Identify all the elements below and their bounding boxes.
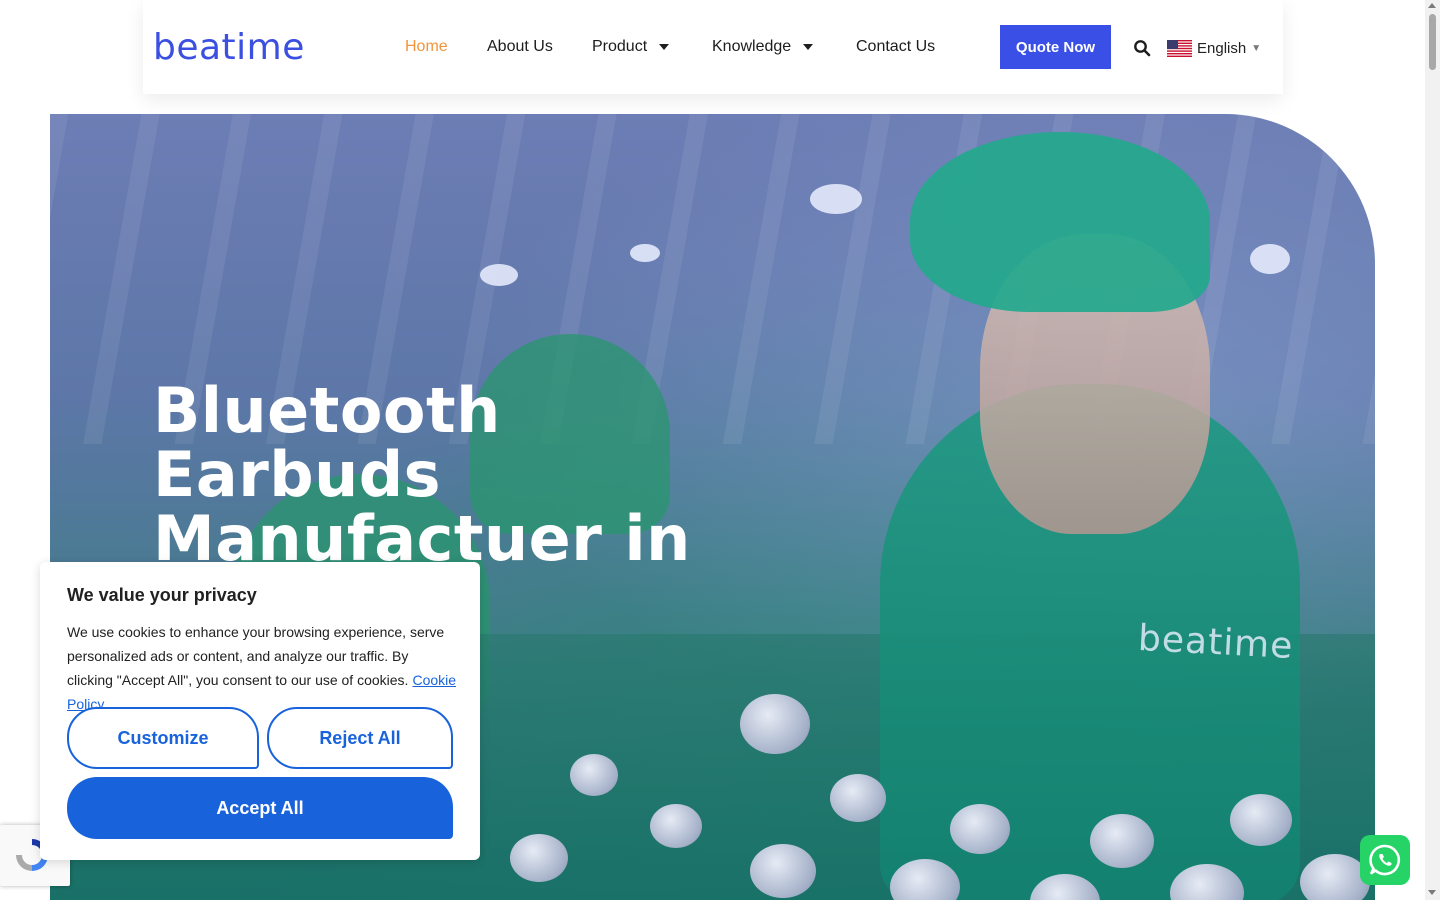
chevron-down-icon [803,43,814,50]
earbud [510,834,568,882]
nav-item-label: Product [592,38,648,55]
hero-title-line: Bluetooth Earbuds [153,374,501,511]
scroll-up-arrow-icon[interactable] [1428,3,1436,8]
nav-item-product[interactable]: Product [592,36,670,58]
earbud [750,844,816,898]
cookie-description-text: We use cookies to enhance your browsing … [67,624,445,688]
page-scrollbar[interactable] [1425,0,1440,900]
chevron-down-icon [659,43,670,50]
earbud [650,804,702,848]
site-logo[interactable]: beatime [153,28,305,68]
ceiling-light [480,264,518,286]
earbud [1230,794,1292,846]
cookie-title: We value your privacy [67,585,257,605]
nav-item-home[interactable]: Home [405,36,448,58]
site-header: beatime Home About Us Product Knowledge … [143,0,1283,94]
nav-item-label: Contact Us [856,38,936,55]
uniform-brand-text: beatime [1137,617,1295,668]
earbud [570,754,618,796]
nav-item-about-us[interactable]: About Us [487,36,553,58]
nav-item-contact-us[interactable]: Contact Us [856,36,935,58]
accept-all-button[interactable]: Accept All [67,777,453,839]
us-flag-icon [1167,39,1192,57]
customize-button[interactable]: Customize [67,707,259,769]
ceiling-light [810,184,862,214]
whatsapp-icon [1369,844,1401,876]
earbud [950,804,1010,854]
ceiling-light [630,244,660,262]
nav-item-label: About Us [487,38,553,55]
language-selector[interactable]: English ▼ [1167,38,1261,58]
nav-item-label: Knowledge [712,38,792,55]
nav-item-label: Home [405,38,448,55]
cookie-consent-banner: We value your privacy We use cookies to … [40,562,480,860]
reject-all-button[interactable]: Reject All [267,707,453,769]
quote-now-button[interactable]: Quote Now [1000,25,1111,69]
earbud [1090,814,1154,868]
search-icon[interactable] [1133,39,1151,57]
nav-item-knowledge[interactable]: Knowledge [712,36,814,58]
earbud [740,694,810,754]
caret-down-icon: ▼ [1251,42,1262,54]
worker-cap [910,132,1210,312]
language-label: English [1197,39,1247,57]
ceiling-light [1250,244,1290,274]
earbud [830,774,886,822]
scroll-down-arrow-icon[interactable] [1428,890,1436,895]
scrollbar-thumb[interactable] [1429,14,1436,70]
cookie-description: We use cookies to enhance your browsing … [67,620,457,716]
whatsapp-button[interactable] [1360,835,1410,885]
